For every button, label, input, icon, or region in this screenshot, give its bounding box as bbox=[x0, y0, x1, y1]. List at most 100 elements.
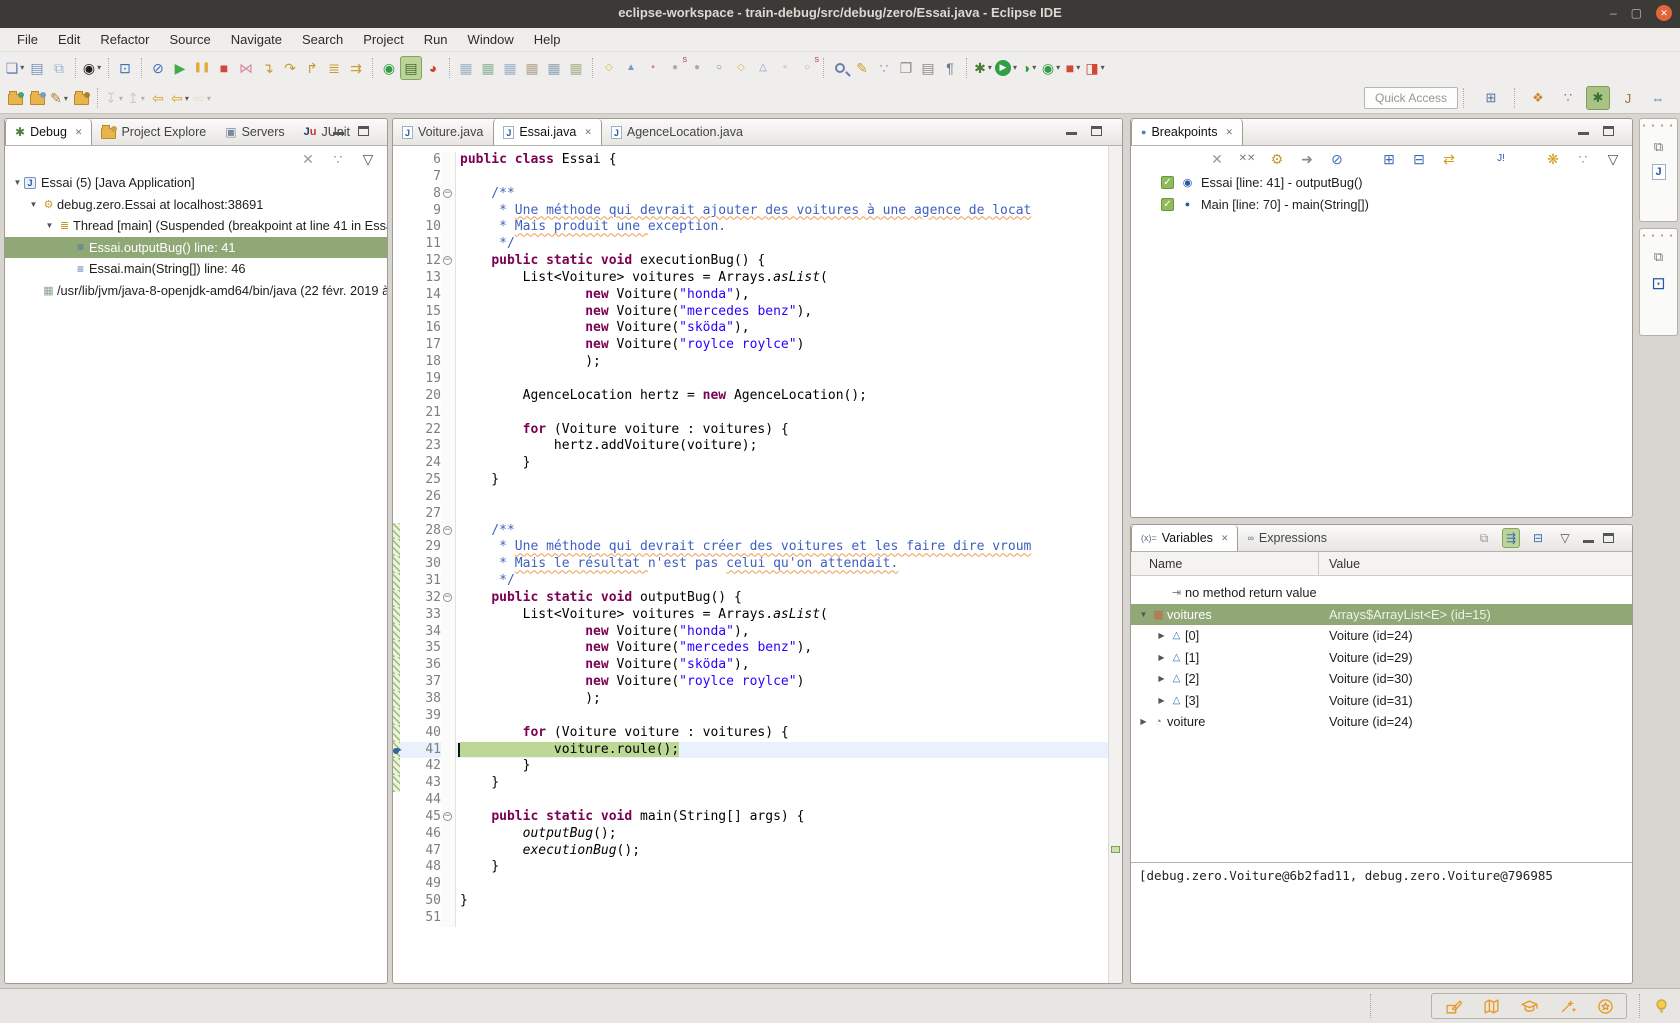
code-line[interactable]: 43 } bbox=[393, 775, 1108, 792]
launch-shortcut-5-icon[interactable]: ▦ bbox=[543, 56, 565, 80]
more-view-actions-icon[interactable]: ∵ bbox=[1572, 147, 1594, 171]
editor-tab-voiture-java[interactable]: JVoiture.java bbox=[393, 119, 493, 145]
code-line[interactable]: 33 List<Voiture> voitures = Arrays.asLis… bbox=[393, 607, 1108, 624]
line-number[interactable]: 35 bbox=[400, 640, 441, 657]
line-number[interactable]: 6 bbox=[400, 152, 441, 169]
sketch-pen-icon[interactable]: ✎▾ bbox=[48, 86, 70, 110]
breakpoint-current-line-icon[interactable] bbox=[393, 745, 407, 757]
line-number[interactable]: 49 bbox=[400, 876, 441, 893]
code-line[interactable]: 11 */ bbox=[393, 236, 1108, 253]
tree-expander-icon[interactable]: ▶ bbox=[1137, 717, 1150, 726]
quick-access-input[interactable]: Quick Access bbox=[1364, 87, 1458, 109]
console-icon[interactable]: ⊡ bbox=[1651, 274, 1665, 294]
fold-collapse-icon[interactable]: − bbox=[443, 256, 452, 265]
open-console-icon[interactable]: ⊡ bbox=[114, 56, 136, 80]
maximize-view-icon[interactable] bbox=[358, 126, 369, 136]
line-number[interactable]: 46 bbox=[400, 826, 441, 843]
code-line[interactable]: 15 new Voiture("mercedes benz"), bbox=[393, 304, 1108, 321]
line-number[interactable]: 47 bbox=[400, 843, 441, 860]
code-line[interactable]: 20 AgenceLocation hertz = new AgenceLoca… bbox=[393, 388, 1108, 405]
fold-collapse-icon[interactable]: − bbox=[443, 812, 452, 821]
line-number[interactable]: 7 bbox=[400, 169, 441, 186]
debug-tree-item[interactable]: ≡Essai.main(String[]) line: 46 bbox=[5, 258, 387, 280]
new-wizard-icon[interactable]: ❏▾ bbox=[4, 56, 26, 80]
pen-package-icon[interactable] bbox=[1444, 997, 1462, 1015]
show-next-statement-icon[interactable]: ≣ bbox=[323, 56, 345, 80]
maximize-view-icon[interactable] bbox=[1091, 126, 1102, 136]
javadoc-icon[interactable]: J bbox=[1652, 164, 1666, 180]
remove-all-icon[interactable]: ✕✕ bbox=[1236, 147, 1258, 171]
line-number[interactable]: 33 bbox=[400, 607, 441, 624]
external-tools-icon[interactable]: ◨▾ bbox=[1084, 56, 1106, 80]
tab-breakpoints[interactable]: ●Breakpoints✕ bbox=[1131, 119, 1243, 145]
line-number[interactable]: 22 bbox=[400, 422, 441, 439]
step-return-icon[interactable]: ↱ bbox=[301, 56, 323, 80]
java-perspective-button[interactable]: J bbox=[1616, 86, 1640, 110]
close-icon[interactable]: ✕ bbox=[1221, 533, 1229, 544]
code-line[interactable]: 39 bbox=[393, 708, 1108, 725]
marker-ring-s-icon[interactable]: ○S bbox=[796, 56, 818, 80]
variable-row[interactable]: ▼▦voituresArrays$ArrayList<E> (id=15) bbox=[1131, 604, 1632, 626]
team-sync-perspective-button[interactable]: ⇔ bbox=[1646, 86, 1670, 110]
marker-dot-icon[interactable]: ● bbox=[686, 56, 708, 80]
line-number[interactable]: 30 bbox=[400, 556, 441, 573]
dropdown-caret-icon[interactable]: ▾ bbox=[988, 63, 992, 72]
debug-filters-icon[interactable]: ∵ bbox=[327, 147, 349, 171]
code-line[interactable]: 8− /** bbox=[393, 186, 1108, 203]
minimize-view-icon[interactable] bbox=[1066, 128, 1077, 135]
menu-run[interactable]: Run bbox=[415, 30, 457, 49]
forward-icon[interactable]: ⇨▾ bbox=[191, 86, 213, 110]
run-history-icon[interactable]: ◉▾ bbox=[1040, 56, 1062, 80]
tree-expander-icon[interactable]: ▶ bbox=[1155, 696, 1168, 705]
line-number[interactable]: 24 bbox=[400, 455, 441, 472]
code-line[interactable]: 26 bbox=[393, 489, 1108, 506]
line-number[interactable]: 18 bbox=[400, 354, 441, 371]
code-line[interactable]: 46 outputBug(); bbox=[393, 826, 1108, 843]
launch-shortcut-2-icon[interactable]: ▦ bbox=[477, 56, 499, 80]
launch-shortcut-1-icon[interactable]: ▦ bbox=[455, 56, 477, 80]
code-line[interactable]: 32− public static void outputBug() { bbox=[393, 590, 1108, 607]
variable-row[interactable]: ▶△[0]Voiture (id=24) bbox=[1131, 625, 1632, 647]
code-line[interactable]: 38 ); bbox=[393, 691, 1108, 708]
terminate-relaunch-icon[interactable]: ◉ bbox=[378, 56, 400, 80]
tree-expander-icon[interactable]: ▶ bbox=[1155, 631, 1168, 640]
dropdown-caret-icon[interactable]: ▾ bbox=[1013, 63, 1017, 72]
java-ee-perspective-button[interactable]: ∵ bbox=[1556, 86, 1580, 110]
code-line[interactable]: 30 * Mais le résultat n'est pas celui qu… bbox=[393, 556, 1108, 573]
code-line[interactable]: 25 } bbox=[393, 472, 1108, 489]
outline-list-icon[interactable]: ▤ bbox=[917, 56, 939, 80]
open-task-folder-icon[interactable] bbox=[70, 86, 92, 110]
marker-triangle-icon[interactable]: ▲ bbox=[620, 56, 642, 80]
menu-project[interactable]: Project bbox=[354, 30, 412, 49]
line-number[interactable]: 10 bbox=[400, 219, 441, 236]
open-perspective-button[interactable]: ⊞ bbox=[1479, 86, 1503, 110]
tab-project-explore[interactable]: Project Explore bbox=[92, 119, 216, 145]
coverage-mode-icon[interactable]: ▤ bbox=[400, 56, 422, 80]
variable-row[interactable]: ▶◔voitureVoiture (id=24) bbox=[1131, 711, 1632, 733]
add-watchpoint-icon[interactable]: ❋ bbox=[1542, 147, 1564, 171]
menu-refactor[interactable]: Refactor bbox=[91, 30, 158, 49]
debug-tree-item[interactable]: ≡Essai.outputBug() line: 41 bbox=[5, 237, 387, 259]
code-line[interactable]: 35 new Voiture("mercedes benz"), bbox=[393, 640, 1108, 657]
tab-servers[interactable]: ▣Servers bbox=[216, 119, 294, 145]
dropdown-caret-icon[interactable]: ▾ bbox=[97, 63, 101, 72]
tab-expressions[interactable]: ∞Expressions bbox=[1238, 525, 1337, 551]
code-line[interactable]: 7 bbox=[393, 169, 1108, 186]
line-number[interactable]: 20 bbox=[400, 388, 441, 405]
link-with-debug-icon[interactable]: ⇄ bbox=[1438, 147, 1460, 171]
step-into-icon[interactable]: ↴ bbox=[257, 56, 279, 80]
view-menu-icon[interactable]: ▽ bbox=[1556, 528, 1574, 548]
step-over-icon[interactable]: ↷ bbox=[279, 56, 301, 80]
dropdown-caret-icon[interactable]: ▾ bbox=[119, 94, 123, 103]
variable-row[interactable]: ▶△[3]Voiture (id=31) bbox=[1131, 690, 1632, 712]
planning-perspective-button[interactable]: ❖ bbox=[1526, 86, 1550, 110]
collapse-all-icon[interactable]: ⊟ bbox=[1408, 147, 1430, 171]
debug-tree-item[interactable]: ▼⚙debug.zero.Essai at localhost:38691 bbox=[5, 194, 387, 216]
line-number[interactable]: 28 bbox=[400, 523, 441, 540]
dropdown-caret-icon[interactable]: ▾ bbox=[207, 94, 211, 103]
code-line[interactable]: 6public class Essai { bbox=[393, 152, 1108, 169]
line-number[interactable]: 51 bbox=[400, 910, 441, 927]
open-java-type-icon[interactable] bbox=[4, 86, 26, 110]
coverage-session-icon[interactable]: ◕ bbox=[422, 56, 444, 80]
star-badge-icon[interactable] bbox=[1596, 997, 1614, 1015]
